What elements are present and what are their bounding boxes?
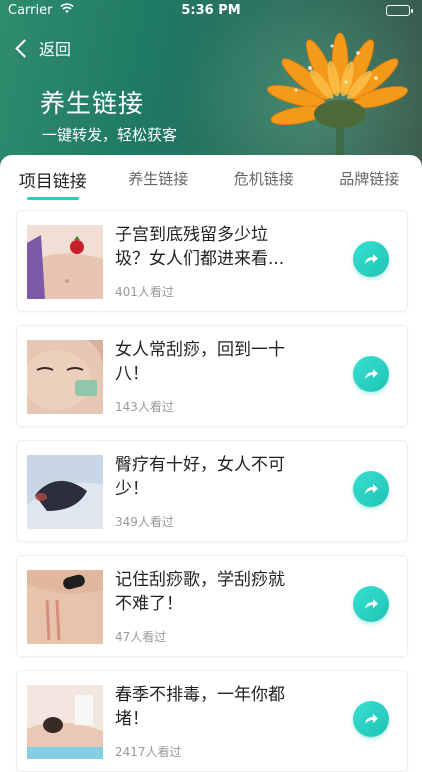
share-arrow-icon	[362, 710, 380, 728]
tab-wellness-links[interactable]: 养生链接	[106, 155, 212, 205]
chevron-left-icon	[15, 39, 33, 57]
article-views: 47人看过	[115, 628, 166, 645]
article-thumbnail	[27, 685, 103, 759]
share-arrow-icon	[362, 595, 380, 613]
tab-bar: 项目链接 养生链接 危机链接 品牌链接	[0, 155, 422, 205]
tab-label: 危机链接	[234, 170, 294, 188]
article-thumbnail	[27, 570, 103, 644]
article-thumbnail	[27, 340, 103, 414]
page-subtitle: 一键转发，轻松获客	[42, 124, 177, 145]
share-button[interactable]	[353, 241, 389, 277]
article-title: 子宫到底残留多少垃圾？女人们都进来看...	[115, 223, 300, 271]
list-item[interactable]: 春季不排毒，一年你都堵！ 2417人看过	[16, 670, 408, 772]
share-button[interactable]	[353, 586, 389, 622]
article-views: 401人看过	[115, 283, 174, 300]
article-title: 臀疗有十好，女人不可少！	[115, 453, 300, 501]
tab-label: 项目链接	[19, 172, 87, 192]
header-banner: Carrier 5:36 PM 返回 养生链接 一键转发，轻松获客	[0, 0, 422, 175]
article-views: 349人看过	[115, 513, 174, 530]
share-arrow-icon	[362, 480, 380, 498]
tab-label: 养生链接	[128, 170, 188, 188]
article-views: 143人看过	[115, 398, 174, 415]
article-title: 春季不排毒，一年你都堵！	[115, 683, 300, 731]
share-button[interactable]	[353, 701, 389, 737]
article-thumbnail	[27, 225, 103, 299]
battery-icon	[386, 5, 410, 16]
share-button[interactable]	[353, 356, 389, 392]
list-item[interactable]: 子宫到底残留多少垃圾？女人们都进来看... 401人看过	[16, 210, 408, 312]
tab-project-links[interactable]: 项目链接	[0, 155, 106, 205]
tab-label: 品牌链接	[339, 170, 399, 188]
tab-crisis-links[interactable]: 危机链接	[211, 155, 317, 205]
flower-illustration	[266, 16, 416, 175]
tab-brand-links[interactable]: 品牌链接	[317, 155, 422, 205]
article-thumbnail	[27, 455, 103, 529]
tab-active-indicator	[27, 197, 79, 200]
list-item[interactable]: 记住刮痧歌，学刮痧就不难了！ 47人看过	[16, 555, 408, 657]
share-arrow-icon	[362, 365, 380, 383]
article-title: 女人常刮痧，回到一十八！	[115, 338, 300, 386]
back-button[interactable]: 返回	[14, 36, 71, 60]
page-title: 养生链接	[40, 84, 144, 120]
list-item[interactable]: 女人常刮痧，回到一十八！ 143人看过	[16, 325, 408, 427]
list-item[interactable]: 臀疗有十好，女人不可少！ 349人看过	[16, 440, 408, 542]
article-views: 2417人看过	[115, 743, 182, 760]
share-arrow-icon	[362, 250, 380, 268]
share-button[interactable]	[353, 471, 389, 507]
back-label: 返回	[39, 36, 71, 60]
article-title: 记住刮痧歌，学刮痧就不难了！	[115, 568, 300, 616]
